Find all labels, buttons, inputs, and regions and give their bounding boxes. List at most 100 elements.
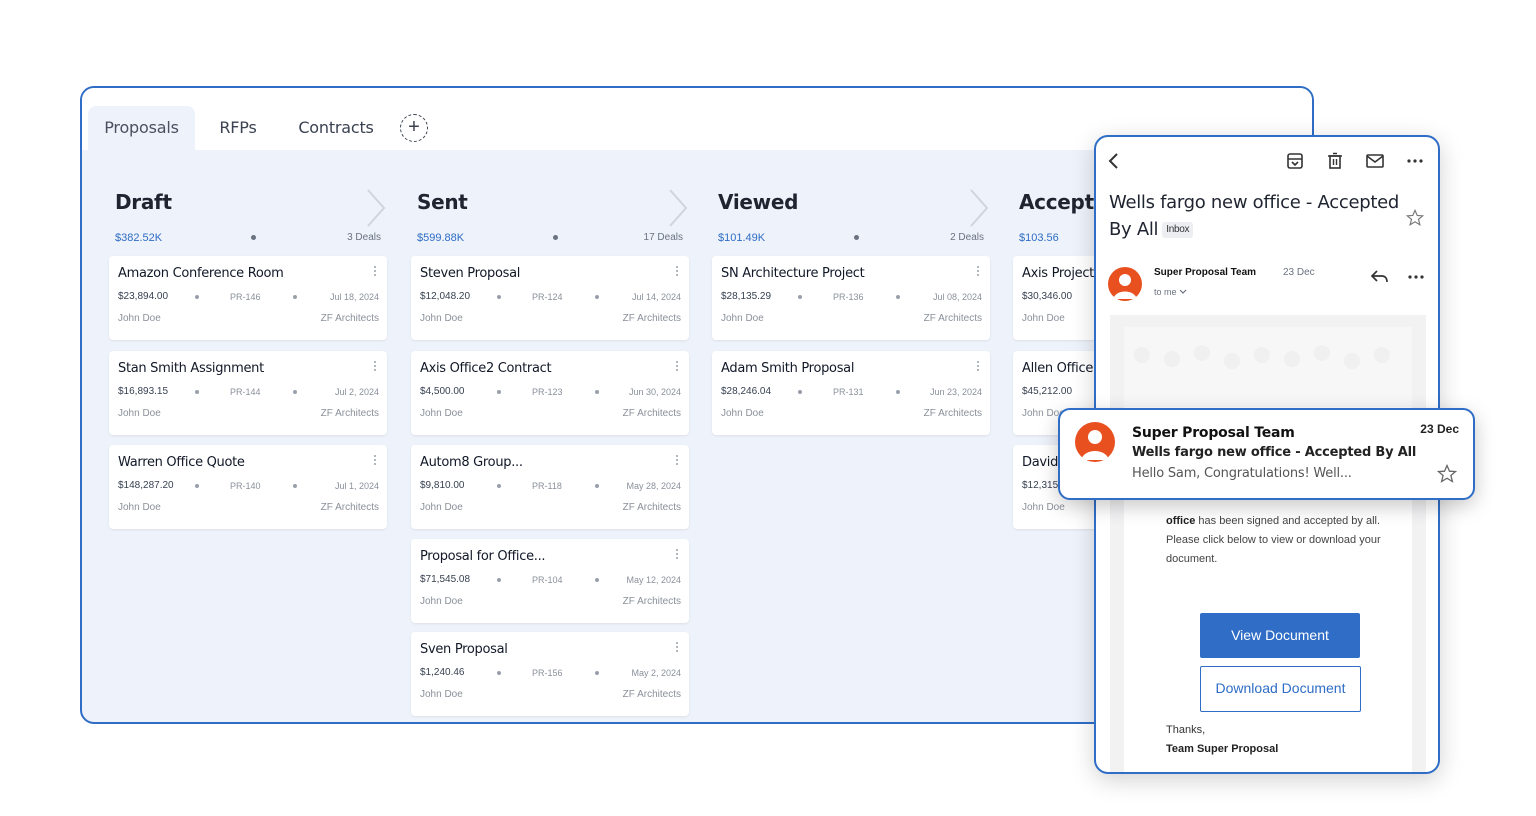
column-amount: $382.52K	[115, 232, 163, 244]
card-owner: John Doe	[1022, 502, 1065, 513]
more-vertical-icon[interactable]	[976, 266, 980, 280]
card-amount: $9,810.00	[420, 480, 465, 491]
tab-contracts[interactable]: Contracts	[288, 106, 384, 150]
column-header: Sent $599.88K 17 Deals	[411, 150, 691, 244]
tab-proposals[interactable]: Proposals	[88, 106, 195, 150]
notification-toast[interactable]: Super Proposal Team 23 Dec Wells fargo n…	[1058, 408, 1475, 500]
more-horizontal-icon[interactable]	[1406, 267, 1426, 287]
card-id: PR-156	[532, 668, 563, 678]
view-document-button[interactable]: View Document	[1200, 613, 1360, 658]
card-title: Axis Project	[1022, 266, 1094, 281]
archive-icon[interactable]	[1285, 151, 1305, 171]
sender-date: 23 Dec	[1283, 267, 1315, 278]
more-vertical-icon[interactable]	[675, 361, 679, 375]
card-amount: $28,246.04	[721, 386, 772, 397]
card-id: PR-124	[532, 292, 563, 302]
separator-dot	[497, 671, 501, 675]
separator-dot	[195, 295, 199, 299]
trash-icon[interactable]	[1325, 151, 1345, 171]
deal-card[interactable]: Proposal for Office... $71,545.08 PR-104…	[411, 539, 689, 623]
card-id: PR-140	[230, 481, 261, 491]
more-vertical-icon[interactable]	[675, 455, 679, 469]
add-tab-button[interactable]: +	[400, 114, 428, 142]
card-date: May 28, 2024	[626, 481, 681, 491]
column-title: Viewed	[718, 190, 799, 214]
separator-dot	[798, 295, 802, 299]
separator-dot	[497, 578, 501, 582]
deal-card[interactable]: Autom8 Group... $9,810.00 PR-118 May 28,…	[411, 445, 689, 529]
reply-icon[interactable]	[1370, 267, 1390, 287]
card-company: ZF Architects	[923, 313, 982, 324]
card-owner: John Doe	[420, 313, 463, 324]
column-header: Viewed $101.49K 2 Deals	[712, 150, 992, 244]
more-vertical-icon[interactable]	[976, 361, 980, 375]
more-horizontal-icon[interactable]	[1405, 151, 1425, 171]
deal-card[interactable]: Adam Smith Proposal $28,246.04 PR-131 Ju…	[712, 351, 990, 435]
deal-card[interactable]: Axis Office2 Contract $4,500.00 PR-123 J…	[411, 351, 689, 435]
back-arrow-icon[interactable]	[1104, 151, 1124, 171]
card-owner: John Doe	[420, 502, 463, 513]
card-id: PR-123	[532, 387, 563, 397]
card-id: PR-104	[532, 575, 563, 585]
card-owner: John Doe	[420, 596, 463, 607]
mail-icon[interactable]	[1365, 151, 1385, 171]
separator-dot	[595, 484, 599, 488]
separator-dot	[293, 484, 297, 488]
card-title: Adam Smith Proposal	[721, 361, 855, 376]
more-vertical-icon[interactable]	[373, 455, 377, 469]
more-vertical-icon[interactable]	[675, 549, 679, 563]
deal-card[interactable]: Stan Smith Assignment $16,893.15 PR-144 …	[109, 351, 387, 435]
card-owner: John Doe	[420, 689, 463, 700]
card-date: Jun 30, 2024	[628, 387, 681, 397]
card-title: Proposal for Office...	[420, 549, 546, 564]
card-amount: $148,287.20	[118, 480, 174, 491]
card-id: PR-136	[833, 292, 864, 302]
separator-dot	[595, 578, 599, 582]
email-toolbar	[1096, 137, 1438, 185]
sender-name: Super Proposal Team	[1154, 267, 1257, 278]
email-subject-text: Wells fargo new office - Accepted By All	[1109, 192, 1400, 240]
card-owner: John Doe	[420, 408, 463, 419]
deal-card[interactable]: Warren Office Quote $148,287.20 PR-140 J…	[109, 445, 387, 529]
more-vertical-icon[interactable]	[373, 361, 377, 375]
card-amount: $45,212.00	[1022, 386, 1073, 397]
column-title: Sent	[417, 190, 468, 214]
column-draft: Draft $382.52K 3 Deals Amazon Conference…	[109, 150, 389, 529]
card-owner: John Doe	[118, 408, 161, 419]
star-icon[interactable]	[1437, 464, 1457, 484]
card-date: Jul 1, 2024	[334, 481, 379, 491]
deal-card[interactable]: Steven Proposal $12,048.20 PR-124 Jul 14…	[411, 256, 689, 340]
card-amount: $16,893.15	[118, 386, 169, 397]
separator-dot	[896, 295, 900, 299]
separator-dot	[497, 484, 501, 488]
separator-dot	[595, 295, 599, 299]
separator-dot	[798, 390, 802, 394]
deal-card[interactable]: Amazon Conference Room $23,894.00 PR-146…	[109, 256, 387, 340]
email-signoff: Team Super Proposal	[1166, 743, 1279, 755]
column-deal-count: 3 Deals	[347, 232, 381, 243]
card-date: Jul 18, 2024	[329, 292, 379, 302]
separator-dot	[595, 671, 599, 675]
card-title: Amazon Conference Room	[118, 266, 284, 281]
person-icon	[1113, 274, 1137, 299]
inbox-label[interactable]: Inbox	[1162, 222, 1194, 238]
card-title: SN Architecture Project	[721, 266, 865, 281]
deal-card[interactable]: Sven Proposal $1,240.46 PR-156 May 2, 20…	[411, 632, 689, 716]
separator-dot	[195, 484, 199, 488]
tab-rfps[interactable]: RFPs	[202, 106, 274, 150]
card-date: May 2, 2024	[631, 668, 681, 678]
email-subject: Wells fargo new office - Accepted By All…	[1109, 189, 1399, 243]
download-document-button[interactable]: Download Document	[1200, 666, 1361, 712]
deal-card[interactable]: SN Architecture Project $28,135.29 PR-13…	[712, 256, 990, 340]
notification-subject: Wells fargo new office - Accepted By All	[1132, 445, 1417, 460]
more-vertical-icon[interactable]	[373, 266, 377, 280]
card-id: PR-131	[833, 387, 864, 397]
more-vertical-icon[interactable]	[675, 266, 679, 280]
recipient-toggle[interactable]: to me	[1154, 287, 1187, 297]
separator-dot	[497, 390, 501, 394]
more-vertical-icon[interactable]	[675, 642, 679, 656]
person-icon	[1081, 430, 1109, 460]
notification-preview: Hello Sam, Congratulations! Well...	[1132, 466, 1352, 481]
card-company: ZF Architects	[320, 408, 379, 419]
star-icon[interactable]	[1406, 209, 1424, 227]
